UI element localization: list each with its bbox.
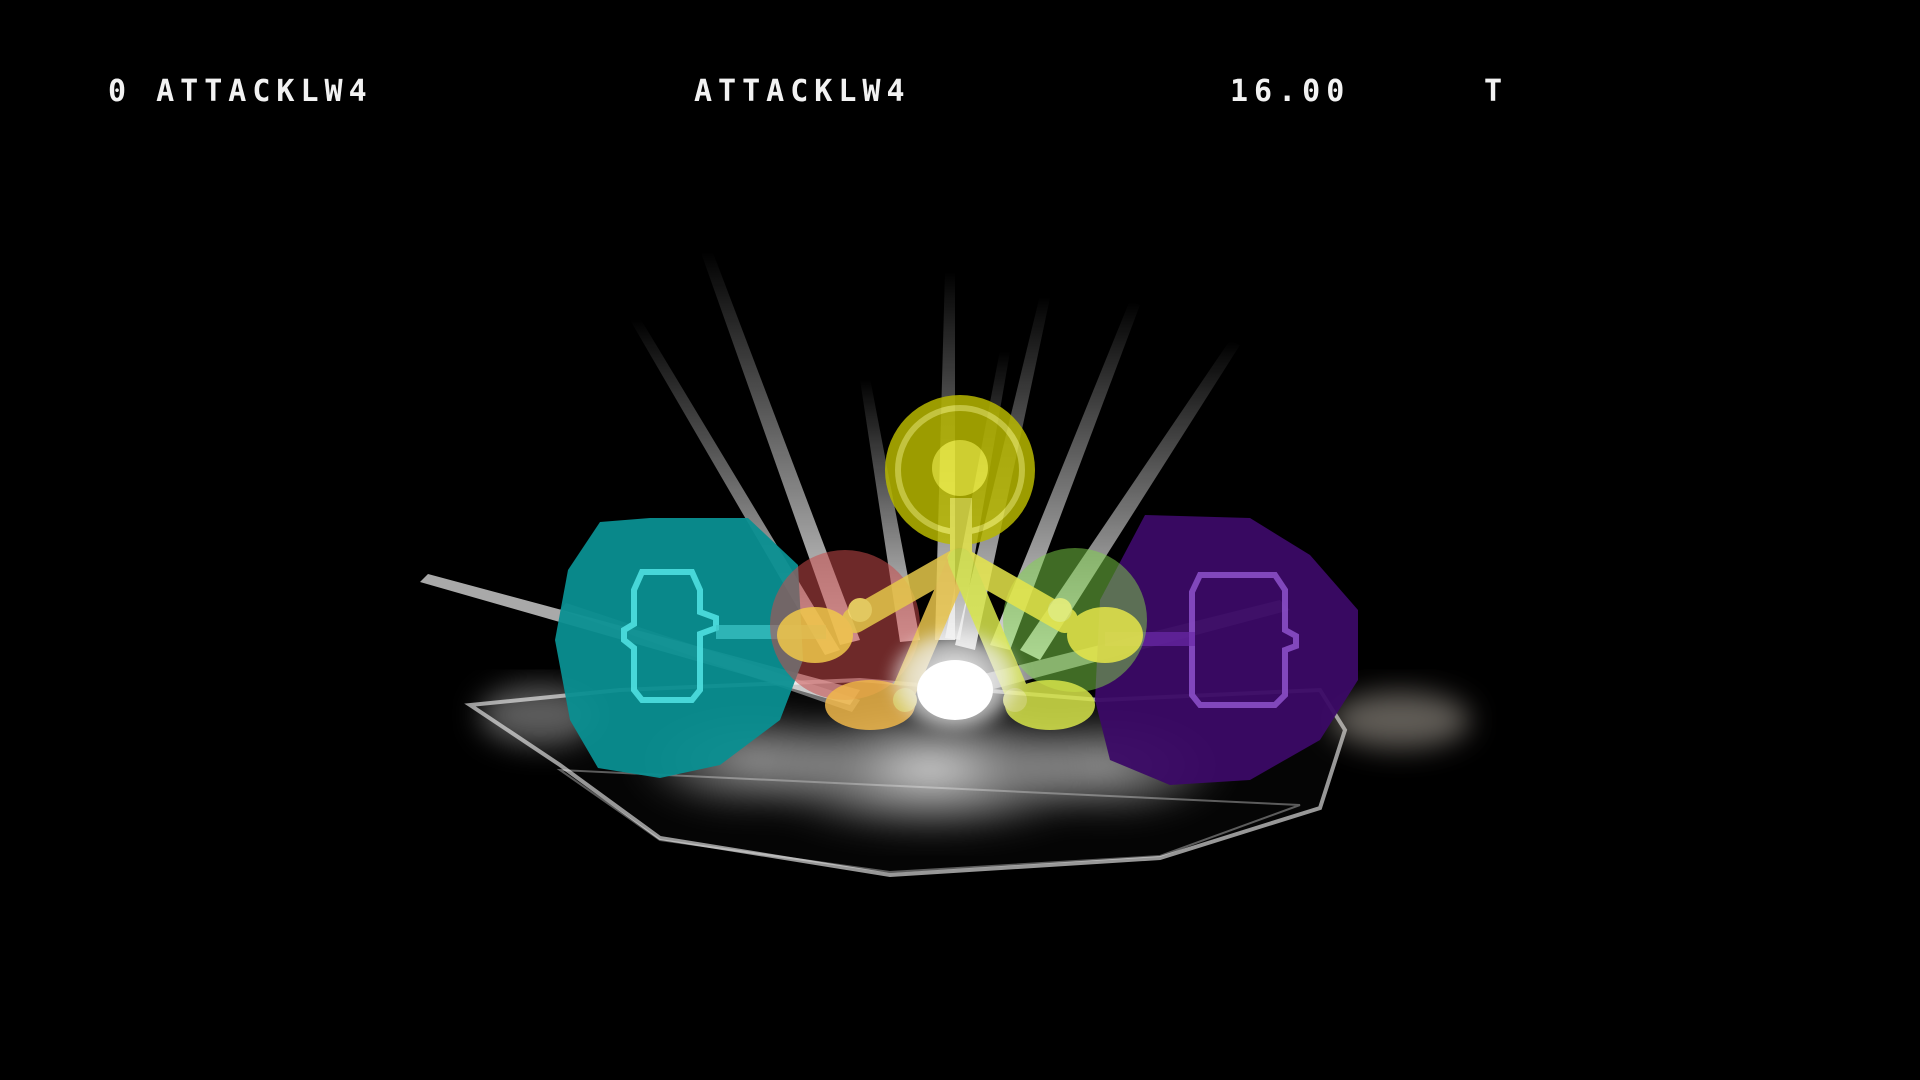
scene-canvas	[420, 250, 1470, 878]
game-viewport: 0 ATTACKLW4 ATTACKLW4 16.00 T	[0, 0, 1920, 1080]
impact-core-icon	[885, 625, 1025, 735]
